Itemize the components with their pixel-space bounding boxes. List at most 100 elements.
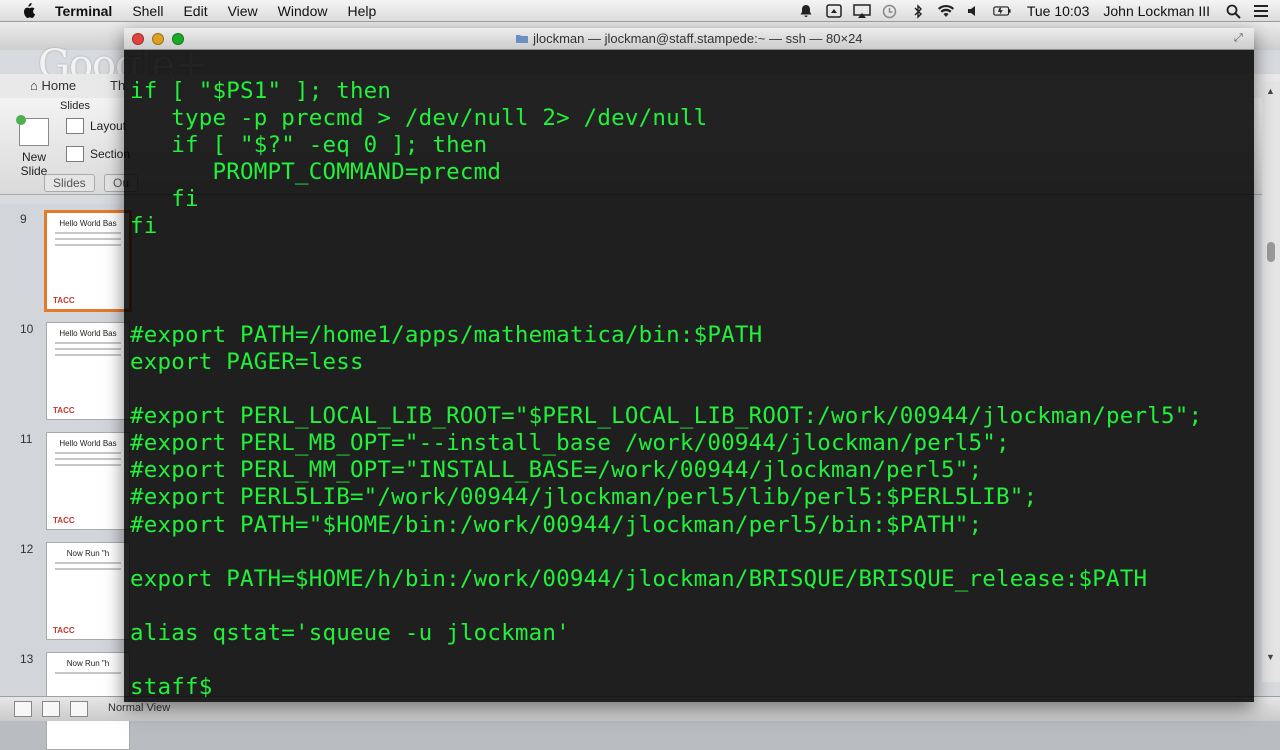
terminal-line: fi [130, 186, 199, 213]
slide-thumbnail[interactable]: Hello World Bas TACC [46, 322, 130, 420]
tacc-logo: TACC [53, 406, 75, 415]
thumb-title: Hello World Bas [59, 439, 117, 448]
slide-thumbnail[interactable]: Hello World Bas TACC [46, 432, 130, 530]
thumb-number: 10 [20, 322, 34, 336]
bell-icon[interactable] [797, 3, 815, 19]
tab-home-label: Home [41, 78, 77, 93]
view-tabs: Slides Ou [44, 174, 139, 194]
wifi-icon[interactable] [937, 3, 955, 19]
terminal-line: #export PERL_LOCAL_LIB_ROOT="$PERL_LOCAL… [130, 403, 1203, 430]
menubar-status-area: Tue 10:03 John Lockman III [797, 0, 1280, 22]
terminal-line: export PAGER=less [130, 348, 364, 375]
time-machine-icon[interactable] [881, 3, 899, 19]
view-mode-label: Normal View [108, 702, 171, 714]
terminal-line: type -p precmd > /dev/null 2> /dev/null [130, 105, 708, 132]
menu-view[interactable]: View [228, 3, 258, 19]
menu-bar: Terminal Shell Edit View Window Help Tue… [0, 0, 1280, 22]
tab-themes[interactable]: Th [110, 78, 125, 93]
home-icon: ⌂ [30, 78, 38, 93]
new-slide-icon [16, 115, 49, 146]
layout-label: Layout [90, 119, 127, 133]
tacc-logo: TACC [53, 516, 75, 525]
ribbon-group-label: Slides [60, 100, 90, 112]
thumb-title: Hello World Bas [59, 219, 117, 228]
tacc-logo: TACC [53, 626, 75, 635]
menu-shell[interactable]: Shell [132, 3, 163, 19]
fullscreen-icon[interactable]: ⤢ [1234, 32, 1246, 44]
terminal-line: #export PATH=/home1/apps/mathematica/bin… [130, 321, 763, 348]
menu-edit[interactable]: Edit [183, 3, 207, 19]
thumb-number: 12 [20, 542, 34, 556]
menu-help[interactable]: Help [347, 3, 376, 19]
thumb-text-line [55, 458, 121, 460]
bluetooth-icon[interactable] [909, 3, 927, 19]
terminal-window[interactable]: jlockman — jlockman@staff.stampede:~ — s… [124, 28, 1254, 702]
slide-thumbnail[interactable]: Hello World Bas TACC [44, 210, 132, 312]
thumb-text-line [55, 342, 121, 344]
shell-prompt: staff$ [130, 674, 227, 701]
section-button[interactable]: Section [66, 146, 130, 162]
terminal-line: if [ "$?" -eq 0 ]; then [130, 132, 488, 159]
tab-home[interactable]: ⌂ Home [30, 78, 76, 93]
menu-app-terminal[interactable]: Terminal [55, 3, 112, 19]
menubar-clock[interactable]: Tue 10:03 [1027, 3, 1090, 19]
scroll-down-arrow-icon[interactable]: ▼ [1266, 652, 1275, 662]
thumb-text-line [55, 238, 121, 240]
thumb-number: 9 [20, 212, 27, 226]
apple-icon[interactable] [18, 2, 38, 19]
scroll-knob[interactable] [1267, 242, 1275, 262]
terminal-line: #export PATH="$HOME/bin:/work/00944/jloc… [130, 511, 983, 538]
search-icon[interactable] [1224, 3, 1242, 19]
layout-button[interactable]: Layout [66, 118, 126, 134]
folder-icon [515, 31, 533, 46]
thumb-text-line [55, 452, 121, 454]
terminal-line: #export PERL_MM_OPT="INSTALL_BASE=/work/… [130, 457, 983, 484]
menubar-user[interactable]: John Lockman III [1103, 3, 1210, 19]
terminal-title-text: jlockman — jlockman@staff.stampede:~ — s… [533, 31, 863, 46]
thumb-text-line [55, 568, 121, 570]
layout-icon [66, 118, 84, 134]
terminal-line: #export PERL_MB_OPT="--install_base /wor… [130, 430, 1010, 457]
list-icon[interactable] [1252, 3, 1270, 19]
terminal-line: if [ "$PS1" ]; then [130, 78, 392, 104]
terminal-output[interactable]: if [ "$PS1" ]; then type -p precmd > /de… [130, 78, 1254, 702]
battery-icon[interactable] [993, 3, 1011, 19]
thumb-text-line [55, 232, 121, 234]
thumb-number: 11 [20, 432, 33, 446]
scroll-up-arrow-icon[interactable]: ▲ [1266, 86, 1275, 96]
airplay-icon[interactable] [853, 3, 871, 19]
tab-slides[interactable]: Slides [44, 174, 95, 192]
thumb-text-line [55, 562, 121, 564]
thumb-title: Now Run "h [66, 549, 110, 558]
thumb-text-line [55, 348, 121, 350]
presentation-scrollbar[interactable]: ▲ ▼ [1262, 82, 1280, 682]
slide-thumbnails: 9 Hello World Bas TACC 10 Hello World Ba… [0, 204, 132, 750]
terminal-line: fi [130, 213, 158, 240]
terminal-titlebar[interactable]: jlockman — jlockman@staff.stampede:~ — s… [124, 28, 1254, 50]
tacc-logo: TACC [53, 296, 75, 305]
slideshow-icon[interactable] [70, 701, 88, 717]
thumb-title: Now Run "h [66, 659, 110, 668]
thumb-number: 13 [20, 652, 34, 666]
terminal-title: jlockman — jlockman@staff.stampede:~ — s… [124, 31, 1254, 46]
slide-sorter-icon[interactable] [42, 701, 60, 717]
thumb-text-line [55, 354, 121, 356]
terminal-line: export PATH=$HOME/h/bin:/work/00944/jloc… [130, 565, 1148, 592]
terminal-line: #export PERL5LIB="/work/00944/jlockman/p… [130, 484, 1038, 511]
screen-share-icon[interactable] [825, 3, 843, 19]
menu-window[interactable]: Window [278, 3, 328, 19]
thumb-text-line [55, 244, 121, 246]
normal-view-icon[interactable] [14, 701, 32, 717]
slide-thumbnail[interactable]: Now Run "h TACC [46, 542, 130, 640]
volume-icon[interactable] [965, 3, 983, 19]
new-slide-button[interactable]: New Slide [10, 115, 58, 178]
terminal-line: alias qstat='squeue -u jlockman' [130, 619, 570, 646]
thumb-text-line [55, 672, 121, 674]
